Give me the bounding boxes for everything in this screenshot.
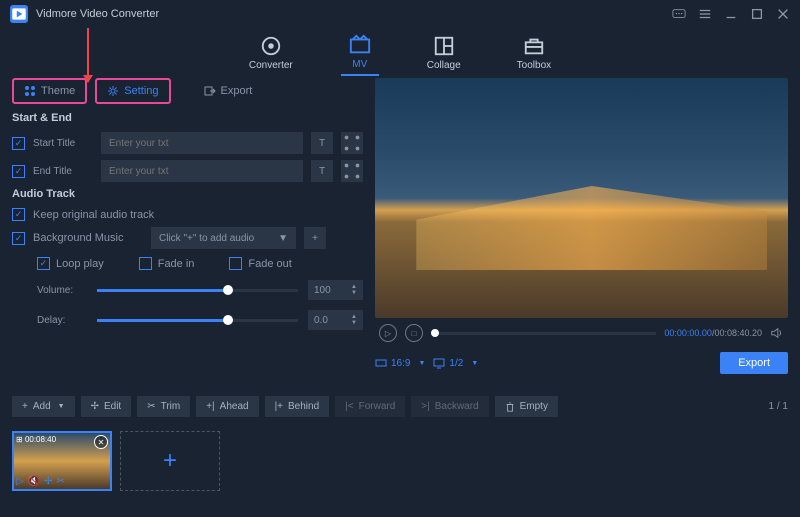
- maximize-icon[interactable]: [750, 7, 764, 21]
- converter-icon: [260, 35, 282, 57]
- volume-icon[interactable]: [770, 326, 784, 340]
- plus-icon: +: [22, 401, 28, 412]
- ahead-button[interactable]: +|Ahead: [196, 396, 258, 417]
- checkbox-fadeout[interactable]: [229, 257, 242, 270]
- thumbnail-strip: ⊞ 00:08:40 ✕ ▷ 🔇 ✢ ✂ +: [0, 425, 800, 497]
- checkbox-bg-music[interactable]: [12, 232, 25, 245]
- play-button[interactable]: ▷: [379, 324, 397, 342]
- theme-icon: [24, 85, 36, 97]
- trash-icon: [505, 402, 515, 412]
- seek-bar[interactable]: [431, 332, 656, 335]
- label-loop: Loop play: [56, 258, 104, 270]
- edit-button[interactable]: ✢Edit: [81, 396, 132, 417]
- backward-button[interactable]: >|Backward: [411, 396, 488, 417]
- video-preview: [375, 78, 788, 318]
- collage-icon: [433, 35, 455, 57]
- label-fadeout: Fade out: [248, 258, 291, 270]
- text-options-button-2[interactable]: [341, 160, 363, 182]
- menu-icon[interactable]: [698, 7, 712, 21]
- tab-collage[interactable]: Collage: [419, 31, 469, 75]
- mv-icon: [349, 34, 371, 56]
- add-audio-button[interactable]: +: [304, 227, 326, 249]
- section-start-end: Start & End: [12, 112, 363, 124]
- gear-icon: [107, 85, 119, 97]
- input-start-title[interactable]: [101, 132, 303, 154]
- settings-panel: Theme Setting Export Start & End Start T…: [0, 78, 375, 388]
- close-icon[interactable]: [776, 7, 790, 21]
- label-end-title: End Title: [33, 166, 93, 177]
- label-keep-original: Keep original audio track: [33, 209, 154, 221]
- wand-icon: ✢: [91, 401, 99, 412]
- text-options-button[interactable]: [341, 132, 363, 154]
- thumb-trim-icon[interactable]: ✂: [57, 476, 65, 487]
- add-video-button[interactable]: +: [120, 431, 220, 491]
- stop-button[interactable]: □: [405, 324, 423, 342]
- page-indicator: 1 / 1: [769, 401, 788, 412]
- thumb-mute-icon[interactable]: 🔇: [28, 476, 40, 487]
- chevron-down-icon: ▼: [278, 233, 288, 244]
- label-fadein: Fade in: [158, 258, 195, 270]
- page-selector[interactable]: 1/2 ▼: [433, 357, 478, 369]
- slider-delay[interactable]: [97, 319, 298, 322]
- chevron-down-icon: ▼: [418, 360, 425, 367]
- aspect-ratio-selector[interactable]: 16:9 ▼: [375, 357, 425, 369]
- action-bar: +Add▼ ✢Edit ✂Trim +|Ahead |+Behind |<For…: [0, 388, 800, 425]
- scissors-icon: ✂: [147, 401, 155, 412]
- section-audio-track: Audio Track: [12, 188, 363, 200]
- behind-icon: |+: [275, 401, 283, 412]
- spinner-delay[interactable]: 0.0 ▲▼: [308, 310, 363, 330]
- toolbox-icon: [523, 35, 545, 57]
- tab-converter[interactable]: Converter: [241, 31, 301, 75]
- backward-icon: >|: [421, 401, 429, 412]
- empty-button[interactable]: Empty: [495, 396, 558, 417]
- label-volume: Volume:: [37, 285, 87, 296]
- dropdown-bg-music[interactable]: Click "+" to add audio ▼: [151, 227, 296, 249]
- checkbox-fadein[interactable]: [139, 257, 152, 270]
- video-thumbnail[interactable]: ⊞ 00:08:40 ✕ ▷ 🔇 ✢ ✂: [12, 431, 112, 491]
- time-display: 00:00:00.00/00:08:40.20: [664, 328, 762, 338]
- input-end-title[interactable]: [101, 160, 303, 182]
- tab-toolbox[interactable]: Toolbox: [509, 31, 559, 75]
- forward-button[interactable]: |<Forward: [335, 396, 405, 417]
- text-style-button-2[interactable]: T: [311, 160, 333, 182]
- export-button[interactable]: Export: [720, 352, 788, 374]
- tab-mv[interactable]: MV: [341, 30, 379, 76]
- forward-icon: |<: [345, 401, 353, 412]
- minimize-icon[interactable]: [724, 7, 738, 21]
- subtab-export[interactable]: Export: [194, 80, 263, 102]
- chevron-down-icon: ▼: [471, 360, 478, 367]
- checkbox-loop[interactable]: [37, 257, 50, 270]
- text-style-button[interactable]: T: [311, 132, 333, 154]
- app-logo-icon: [10, 5, 28, 23]
- aspect-icon: [375, 357, 387, 369]
- trim-button[interactable]: ✂Trim: [137, 396, 190, 417]
- feedback-icon[interactable]: [672, 7, 686, 21]
- thumb-play-icon[interactable]: ▷: [16, 476, 24, 487]
- thumb-duration: ⊞ 00:08:40: [16, 435, 56, 449]
- titlebar: Vidmore Video Converter: [0, 0, 800, 28]
- subtab-setting[interactable]: Setting: [95, 78, 170, 104]
- export-icon: [204, 85, 216, 97]
- label-start-title: Start Title: [33, 138, 93, 149]
- slider-volume[interactable]: [97, 289, 298, 292]
- subtab-theme[interactable]: Theme: [12, 78, 87, 104]
- label-bg-music: Background Music: [33, 232, 143, 244]
- main-tabs: Converter MV Collage Toolbox: [0, 28, 800, 78]
- label-delay: Delay:: [37, 315, 87, 326]
- thumb-edit-icon[interactable]: ✢: [44, 476, 52, 487]
- checkbox-end-title[interactable]: [12, 165, 25, 178]
- thumb-remove-button[interactable]: ✕: [94, 435, 108, 449]
- add-button[interactable]: +Add▼: [12, 396, 75, 417]
- checkbox-keep-original[interactable]: [12, 208, 25, 221]
- spinner-volume[interactable]: 100 ▲▼: [308, 280, 363, 300]
- checkbox-start-title[interactable]: [12, 137, 25, 150]
- ahead-icon: +|: [206, 401, 214, 412]
- app-title: Vidmore Video Converter: [36, 8, 159, 20]
- display-icon: [433, 357, 445, 369]
- behind-button[interactable]: |+Behind: [265, 396, 330, 417]
